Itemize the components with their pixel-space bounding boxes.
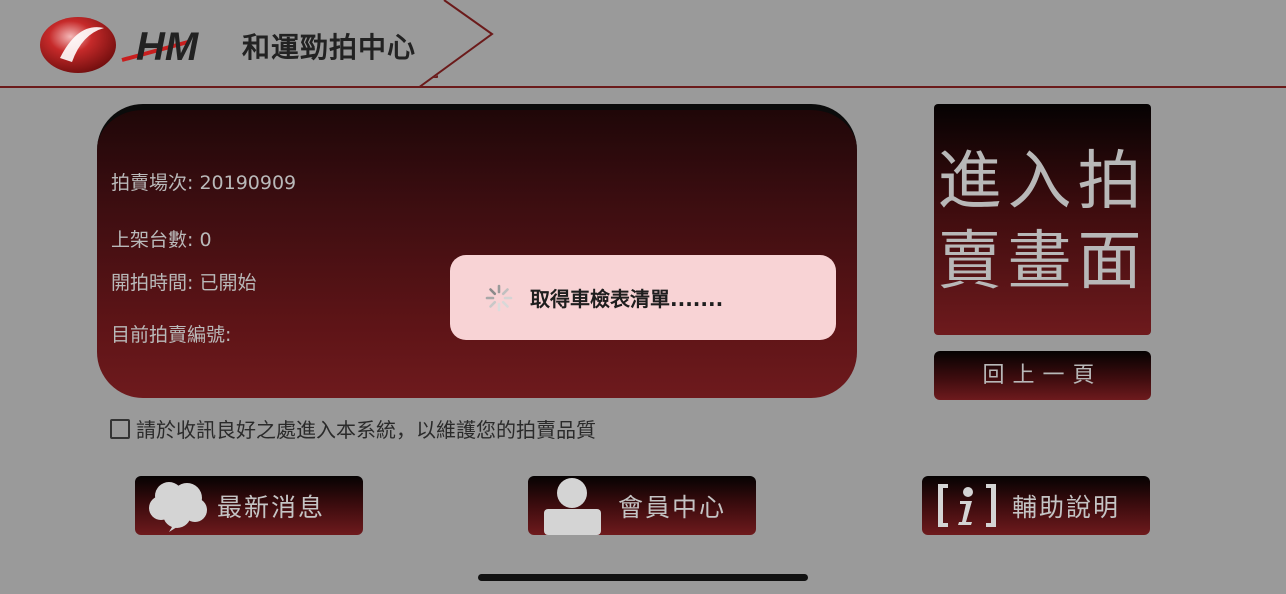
enter-auction-label-line1: 進入拍 <box>937 145 1148 219</box>
loading-message: 取得車檢表清單....... <box>530 287 724 311</box>
news-button[interactable]: 最新消息 <box>135 476 363 535</box>
brand-name: 和運勁拍中心 <box>242 31 417 64</box>
auction-info-panel: 拍賣場次: 20190909 上架台數: 0 開拍時間: 已開始 目前拍賣編號: <box>97 104 857 398</box>
loading-toast: 取得車檢表清單....... <box>450 255 836 340</box>
vehicle-count-label: 上架台數: 0 <box>111 229 212 251</box>
spinner-icon <box>485 284 513 311</box>
app-header: HM 和運勁拍中心 <box>0 0 1286 90</box>
signal-notice-checkbox[interactable] <box>110 418 130 439</box>
member-center-label: 會員中心 <box>618 492 727 522</box>
session-label: 拍賣場次: 20190909 <box>111 172 297 194</box>
svg-text:HM: HM <box>136 25 200 69</box>
signal-notice: 請於收訊良好之處進入本系統，以維護您的拍賣品質 <box>110 414 596 443</box>
news-label: 最新消息 <box>217 492 326 522</box>
enter-auction-button[interactable]: 進入拍 賣畫面 <box>934 104 1151 335</box>
person-icon <box>544 478 601 535</box>
header-chevron <box>417 0 494 88</box>
header-divider <box>0 86 1286 88</box>
help-button[interactable]: 輔助說明 <box>922 476 1150 535</box>
home-indicator[interactable] <box>478 574 808 581</box>
start-time-label: 開拍時間: 已開始 <box>111 272 257 294</box>
enter-auction-label-line2: 賣畫面 <box>937 225 1148 299</box>
signal-notice-text: 請於收訊良好之處進入本系統，以維護您的拍賣品質 <box>136 418 596 442</box>
member-center-button[interactable]: 會員中心 <box>528 476 756 535</box>
speech-bubble-icon <box>149 482 207 532</box>
info-icon <box>938 484 996 527</box>
help-label: 輔助說明 <box>1012 492 1121 522</box>
current-number-label: 目前拍賣編號: <box>111 324 232 346</box>
back-button[interactable]: 回上一頁 <box>934 351 1151 400</box>
